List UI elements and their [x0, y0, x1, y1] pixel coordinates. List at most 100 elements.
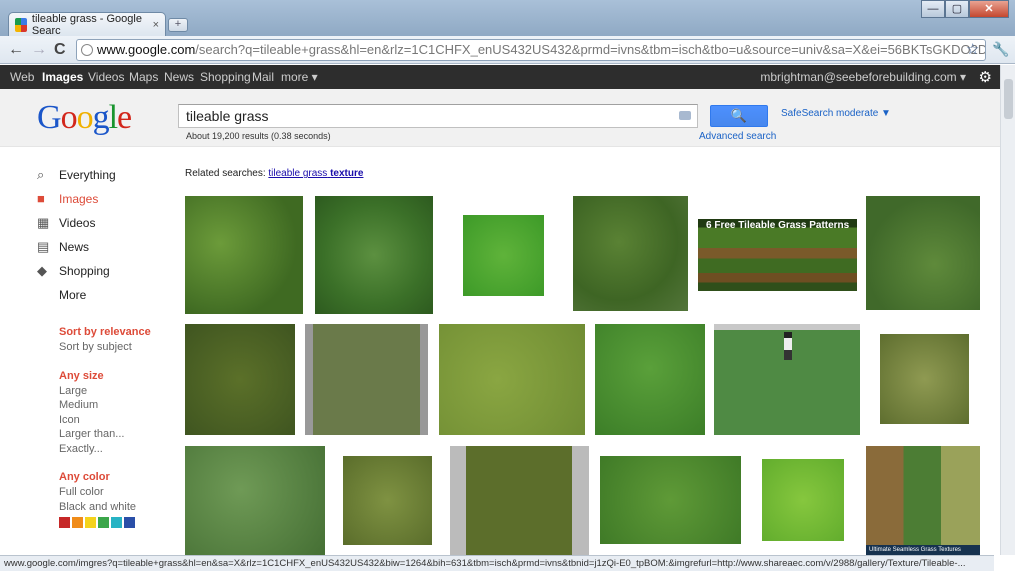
gbar-shopping[interactable]: Shopping	[200, 70, 251, 84]
newspaper-icon: ▤	[37, 239, 50, 254]
back-icon[interactable]: ←	[8, 41, 24, 59]
nav-label: Shopping	[59, 264, 110, 278]
google-favicon-icon	[15, 17, 27, 32]
result-caption: Ultimate Seamless Grass Textures	[866, 545, 980, 555]
image-result[interactable]	[595, 324, 705, 435]
gbar-videos[interactable]: Videos	[88, 70, 124, 84]
scrollbar-thumb[interactable]	[1004, 79, 1013, 119]
gbar-maps[interactable]: Maps	[129, 70, 158, 84]
image-result[interactable]	[762, 459, 844, 541]
nav-label: More	[59, 288, 87, 302]
maximize-button[interactable]: ▢	[945, 0, 969, 18]
color-heading[interactable]: Any color	[37, 470, 177, 485]
gear-icon[interactable]: ⚙	[979, 68, 992, 86]
image-result[interactable]	[866, 196, 980, 310]
nav-news[interactable]: ▤ News	[37, 237, 177, 261]
new-tab-button[interactable]: +	[168, 18, 188, 32]
reload-icon[interactable]: C	[54, 41, 66, 59]
swatch-orange[interactable]	[72, 517, 83, 528]
google-logo[interactable]: Google	[37, 99, 132, 137]
nav-everything[interactable]: ⌕ Everything	[37, 165, 177, 189]
browser-window: tileable grass - Google Searc × + — ▢ ✕ …	[0, 0, 1015, 571]
tag-icon: ◆	[37, 263, 47, 278]
sort-relevance[interactable]: Sort by relevance	[37, 325, 177, 340]
image-result[interactable]: 6 Free Tileable Grass Patterns	[698, 219, 857, 291]
size-medium[interactable]: Medium	[37, 398, 177, 413]
image-result[interactable]	[185, 196, 303, 314]
person-figure	[784, 332, 792, 360]
nav-shopping[interactable]: ◆ Shopping	[37, 261, 177, 285]
close-window-button[interactable]: ✕	[969, 0, 1009, 18]
size-large[interactable]: Large	[37, 384, 177, 399]
image-result[interactable]	[185, 446, 325, 555]
account-menu[interactable]: mbrightman@seebeforebuilding.com ▾	[760, 70, 966, 84]
nav-label: Everything	[59, 168, 116, 182]
nav-images[interactable]: ■ Images	[37, 189, 177, 213]
search-icon: ⌕	[37, 167, 45, 182]
gbar-mail[interactable]: Mail	[252, 70, 274, 84]
color-full[interactable]: Full color	[37, 485, 177, 500]
film-icon: ▦	[37, 215, 50, 230]
wrench-icon[interactable]: 🔧	[992, 41, 1009, 58]
image-result[interactable]: Ultimate Seamless Grass Textures	[866, 446, 980, 555]
search-input[interactable]: tileable grass	[178, 104, 698, 128]
gbar-web[interactable]: Web	[10, 70, 34, 84]
image-result[interactable]	[343, 456, 432, 545]
gbar-images[interactable]: Images	[42, 70, 83, 84]
swatch-green[interactable]	[98, 517, 109, 528]
size-larger-than[interactable]: Larger than...	[37, 427, 177, 442]
image-result[interactable]	[714, 324, 860, 435]
result-banner-text: 6 Free Tileable Grass Patterns	[706, 220, 850, 231]
minimize-button[interactable]: —	[921, 0, 945, 18]
advanced-search-link[interactable]: Advanced search	[699, 131, 776, 142]
bookmark-star-icon[interactable]: ☆	[966, 40, 979, 58]
size-exactly[interactable]: Exactly...	[37, 442, 177, 457]
related-link[interactable]: tileable grass texture	[268, 168, 363, 179]
url-host: www.google.com	[97, 42, 196, 57]
search-header: Google tileable grass 🔍 About 19,200 res…	[0, 89, 1000, 147]
image-result[interactable]	[463, 215, 544, 296]
result-stats: About 19,200 results (0.38 seconds)	[186, 131, 331, 141]
gbar-more[interactable]: more ▾	[281, 70, 318, 84]
title-bar: tileable grass - Google Searc × + — ▢ ✕	[0, 0, 1015, 37]
image-result[interactable]	[573, 196, 688, 311]
image-result[interactable]	[450, 446, 589, 555]
globe-icon	[81, 44, 93, 56]
related-searches: Related searches: tileable grass texture	[185, 168, 363, 179]
nav-label: News	[59, 240, 90, 254]
safesearch-menu[interactable]: SafeSearch moderate ▼	[781, 108, 891, 119]
nav-label: Videos	[59, 216, 96, 230]
nav-more[interactable]: More	[37, 285, 177, 309]
swatch-teal[interactable]	[111, 517, 122, 528]
swatch-blue[interactable]	[124, 517, 135, 528]
status-bar: www.google.com/imgres?q=tileable+grass&h…	[0, 555, 994, 571]
nav-videos[interactable]: ▦ Videos	[37, 213, 177, 237]
image-result[interactable]	[305, 324, 428, 435]
gbar-news[interactable]: News	[164, 70, 194, 84]
camera-search-icon[interactable]	[679, 111, 691, 120]
color-swatches	[37, 517, 177, 533]
image-result[interactable]	[315, 196, 433, 314]
image-result[interactable]	[185, 324, 295, 435]
image-result[interactable]	[439, 324, 585, 435]
size-icon[interactable]: Icon	[37, 413, 177, 428]
nav-label: Images	[59, 192, 99, 206]
swatch-red[interactable]	[59, 517, 70, 528]
related-prefix: Related searches:	[185, 168, 266, 179]
address-bar[interactable]: www.google.com/search?q=tileable+grass&h…	[76, 39, 986, 61]
google-bar: Web Images Videos Maps News Shopping Mai…	[0, 65, 1000, 89]
image-result[interactable]	[880, 334, 969, 424]
forward-icon[interactable]: →	[31, 41, 47, 59]
url-path: /search?q=tileable+grass&hl=en&rlz=1C1CH…	[195, 42, 986, 57]
browser-tab[interactable]: tileable grass - Google Searc ×	[8, 12, 166, 37]
vertical-scrollbar[interactable]	[1000, 65, 1015, 555]
color-bw[interactable]: Black and white	[37, 500, 177, 515]
camera-icon: ■	[37, 191, 45, 206]
left-nav: ⌕ Everything ■ Images ▦ Videos ▤ News ◆ Shopp…	[37, 165, 177, 533]
search-button[interactable]: 🔍	[710, 105, 768, 127]
image-result[interactable]	[600, 456, 741, 544]
swatch-yellow[interactable]	[85, 517, 96, 528]
tab-close-icon[interactable]: ×	[153, 19, 159, 31]
size-heading[interactable]: Any size	[37, 369, 177, 384]
sort-subject[interactable]: Sort by subject	[37, 340, 177, 355]
